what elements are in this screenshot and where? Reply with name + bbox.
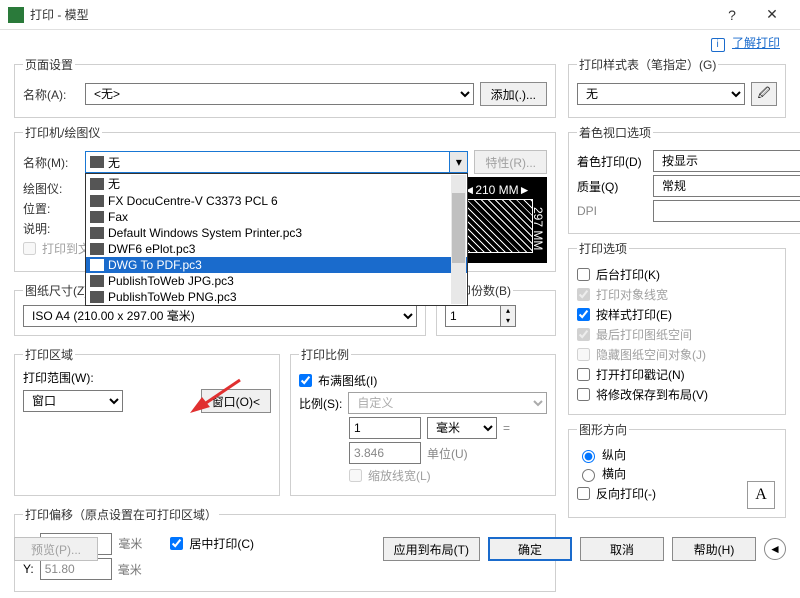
pagesetup-name-select[interactable]: <无> xyxy=(85,83,474,105)
plot-stamp-checkbox[interactable] xyxy=(577,368,590,381)
printer-option[interactable]: 无 xyxy=(86,174,467,193)
scale-ratio-select: 自定义 xyxy=(348,392,547,414)
info-icon: i xyxy=(711,38,725,52)
shade-plot-select[interactable]: 按显示 xyxy=(653,150,800,172)
app-icon xyxy=(8,7,24,23)
printer-legend: 打印机/绘图仪 xyxy=(23,124,102,141)
background-plot-checkbox[interactable] xyxy=(577,268,590,281)
dpi-input xyxy=(653,200,800,222)
dropdown-arrow-icon[interactable]: ▾ xyxy=(449,152,467,172)
quality-label: 质量(Q) xyxy=(577,178,647,195)
quality-select[interactable]: 常规 xyxy=(653,175,800,197)
plot-scale-group: 打印比例 布满图纸(I) 比例(S): 自定义 毫米 = 单位(U) 缩放线宽(… xyxy=(290,346,556,496)
printer-icon xyxy=(90,211,104,223)
copies-spinner[interactable]: ▴▾ xyxy=(501,305,516,327)
plot-style-legend: 打印样式表（笔指定）(G) xyxy=(577,56,718,73)
printer-option[interactable]: PublishToWeb JPG.pc3 xyxy=(86,273,467,289)
orientation-group: 图形方向 纵向 横向 反向打印(-) A xyxy=(568,421,786,518)
save-layout-checkbox[interactable] xyxy=(577,388,590,401)
plot-paperspace-last-checkbox xyxy=(577,328,590,341)
printer-name-label: 名称(M): xyxy=(23,154,79,171)
plot-options-legend: 打印选项 xyxy=(577,240,629,257)
offset-y-label: Y: xyxy=(23,562,34,576)
printer-icon xyxy=(90,227,104,239)
desc-label: 说明: xyxy=(23,220,79,237)
printer-icon xyxy=(90,275,104,287)
learn-print-link[interactable]: 了解打印 xyxy=(732,36,780,50)
preview-button[interactable]: 预览(P)... xyxy=(14,537,98,561)
printer-group: 打印机/绘图仪 名称(M): 无 ▾ 无 FX DocuCentre-V C33… xyxy=(14,124,556,272)
plot-range-label: 打印范围(W): xyxy=(23,369,271,386)
plotter-label: 绘图仪: xyxy=(23,180,79,197)
printer-option[interactable]: Fax xyxy=(86,209,467,225)
fit-to-paper-checkbox[interactable] xyxy=(299,374,312,387)
printer-icon xyxy=(90,243,104,255)
plot-with-styles-checkbox[interactable] xyxy=(577,308,590,321)
ok-button[interactable]: 确定 xyxy=(488,537,572,561)
printer-icon xyxy=(90,178,104,190)
scale-value1-input[interactable] xyxy=(349,417,421,439)
scale-ratio-label: 比例(S): xyxy=(299,395,342,412)
printer-properties-button[interactable]: 特性(R)... xyxy=(474,150,547,174)
print-to-file-checkbox xyxy=(23,242,36,255)
printer-dropdown: 无 FX DocuCentre-V C3373 PCL 6 Fax Defaul… xyxy=(85,173,468,306)
plot-options-group: 打印选项 后台打印(K) 打印对象线宽 按样式打印(E) 最后打印图纸空间 隐藏… xyxy=(568,240,786,415)
printer-option-selected[interactable]: DWG To PDF.pc3 xyxy=(86,257,467,273)
plot-area-group: 打印区域 打印范围(W): 窗口 窗口(O)< xyxy=(14,346,280,496)
close-button[interactable]: ✕ xyxy=(752,6,792,23)
plot-lineweights-checkbox xyxy=(577,288,590,301)
printer-icon xyxy=(90,291,104,303)
printer-icon xyxy=(90,259,104,271)
plot-area-legend: 打印区域 xyxy=(23,346,75,363)
scale-unit2-label: 单位(U) xyxy=(427,445,468,462)
printer-option[interactable]: Default Windows System Printer.pc3 xyxy=(86,225,467,241)
dropdown-scrollbar[interactable] xyxy=(451,175,466,304)
viewport-options-group: 着色视口选项 着色打印(D) 按显示 质量(Q) 常规 DPI xyxy=(568,124,800,234)
plot-offset-legend: 打印偏移（原点设置在可打印区域） xyxy=(23,506,219,523)
plot-style-edit-button[interactable]: 🖉 xyxy=(751,82,777,106)
apply-to-layout-button[interactable]: 应用到布局(T) xyxy=(383,537,480,561)
cancel-button[interactable]: 取消 xyxy=(580,537,664,561)
plot-range-select[interactable]: 窗口 xyxy=(23,390,123,412)
printer-option[interactable]: PublishToWeb PNG.pc3 xyxy=(86,289,467,305)
printer-option[interactable]: DWF6 ePlot.pc3 xyxy=(86,241,467,257)
paper-size-legend: 图纸尺寸(Z) xyxy=(23,282,90,299)
scale-unit-select[interactable]: 毫米 xyxy=(427,417,497,439)
page-setup-group: 页面设置 名称(A): <无> 添加(.)... xyxy=(14,56,556,118)
window-title: 打印 - 模型 xyxy=(30,6,712,23)
plot-style-group: 打印样式表（笔指定）(G) 无 🖉 xyxy=(568,56,786,118)
help-button[interactable]: 帮助(H) xyxy=(672,537,756,561)
page-setup-legend: 页面设置 xyxy=(23,56,75,73)
help-button[interactable]: ? xyxy=(712,7,752,23)
printer-icon xyxy=(90,195,104,207)
where-label: 位置: xyxy=(23,200,79,217)
portrait-radio[interactable] xyxy=(582,450,595,463)
upside-down-checkbox[interactable] xyxy=(577,487,590,500)
orientation-icon: A xyxy=(747,481,775,509)
printer-option[interactable]: FX DocuCentre-V C3373 PCL 6 xyxy=(86,193,467,209)
printer-icon xyxy=(90,156,104,168)
plot-style-select[interactable]: 无 xyxy=(577,83,745,105)
scale-value2-input xyxy=(349,442,421,464)
landscape-radio[interactable] xyxy=(582,469,595,482)
copies-input[interactable] xyxy=(445,305,501,327)
orientation-legend: 图形方向 xyxy=(577,421,629,438)
paper-size-select[interactable]: ISO A4 (210.00 x 297.00 毫米) xyxy=(23,305,417,327)
pagesetup-name-label: 名称(A): xyxy=(23,86,79,103)
shade-plot-label: 着色打印(D) xyxy=(577,153,647,170)
window-select-button[interactable]: 窗口(O)< xyxy=(201,389,271,413)
viewport-legend: 着色视口选项 xyxy=(577,124,653,141)
titlebar: 打印 - 模型 ? ✕ xyxy=(0,0,800,30)
offset-y-input xyxy=(40,558,112,580)
printer-name-select[interactable]: 无 ▾ xyxy=(85,151,468,173)
dpi-label: DPI xyxy=(577,204,647,218)
plot-scale-legend: 打印比例 xyxy=(299,346,351,363)
scale-lineweight-checkbox xyxy=(349,469,362,482)
pagesetup-add-button[interactable]: 添加(.)... xyxy=(480,82,547,106)
expand-button[interactable]: ◄ xyxy=(764,538,786,560)
hide-paperspace-checkbox xyxy=(577,348,590,361)
